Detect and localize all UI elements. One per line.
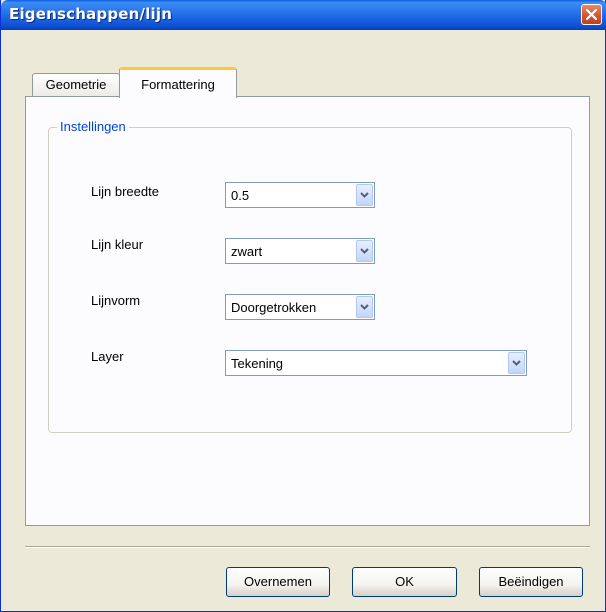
apply-button[interactable]: Overnemen bbox=[226, 567, 330, 597]
title-bar[interactable]: Eigenschappen/lijn bbox=[1, 0, 606, 30]
close-button[interactable] bbox=[581, 4, 602, 25]
chevron-down-icon bbox=[512, 360, 521, 366]
line-color-label: Lijn kleur bbox=[91, 237, 144, 252]
chevron-down-icon bbox=[360, 304, 369, 310]
line-color-value: zwart bbox=[231, 244, 263, 259]
layer-value: Tekening bbox=[231, 356, 284, 371]
chevron-down-icon bbox=[360, 248, 369, 254]
close-dialog-button[interactable]: Beëindigen bbox=[479, 567, 583, 597]
line-style-value: Doorgetrokken bbox=[231, 300, 317, 315]
ok-button[interactable]: OK bbox=[352, 567, 457, 597]
tab-geometrie[interactable]: Geometrie bbox=[32, 73, 120, 96]
line-color-select[interactable]: zwart bbox=[225, 238, 375, 264]
properties-dialog: Eigenschappen/lijn Geometrie Formatterin… bbox=[0, 0, 606, 612]
layer-label: Layer bbox=[91, 349, 124, 364]
layer-select[interactable]: Tekening bbox=[225, 350, 527, 376]
line-width-label: Lijn breedte bbox=[91, 184, 159, 199]
line-style-label: Lijnvorm bbox=[91, 293, 141, 308]
tab-formattering[interactable]: Formattering bbox=[119, 67, 237, 98]
close-icon bbox=[586, 9, 597, 20]
line-width-value: 0.5 bbox=[231, 188, 250, 203]
layer-dropdown-button[interactable] bbox=[508, 352, 525, 374]
settings-groupbox bbox=[48, 127, 572, 433]
line-color-dropdown-button[interactable] bbox=[356, 240, 373, 262]
line-style-dropdown-button[interactable] bbox=[356, 296, 373, 318]
footer-separator bbox=[25, 546, 590, 548]
line-width-dropdown-button[interactable] bbox=[356, 184, 373, 206]
groupbox-title: Instellingen bbox=[57, 119, 129, 134]
line-style-select[interactable]: Doorgetrokken bbox=[225, 294, 375, 320]
chevron-down-icon bbox=[360, 192, 369, 198]
line-width-select[interactable]: 0.5 bbox=[225, 182, 375, 208]
window-title: Eigenschappen/lijn bbox=[9, 5, 173, 23]
